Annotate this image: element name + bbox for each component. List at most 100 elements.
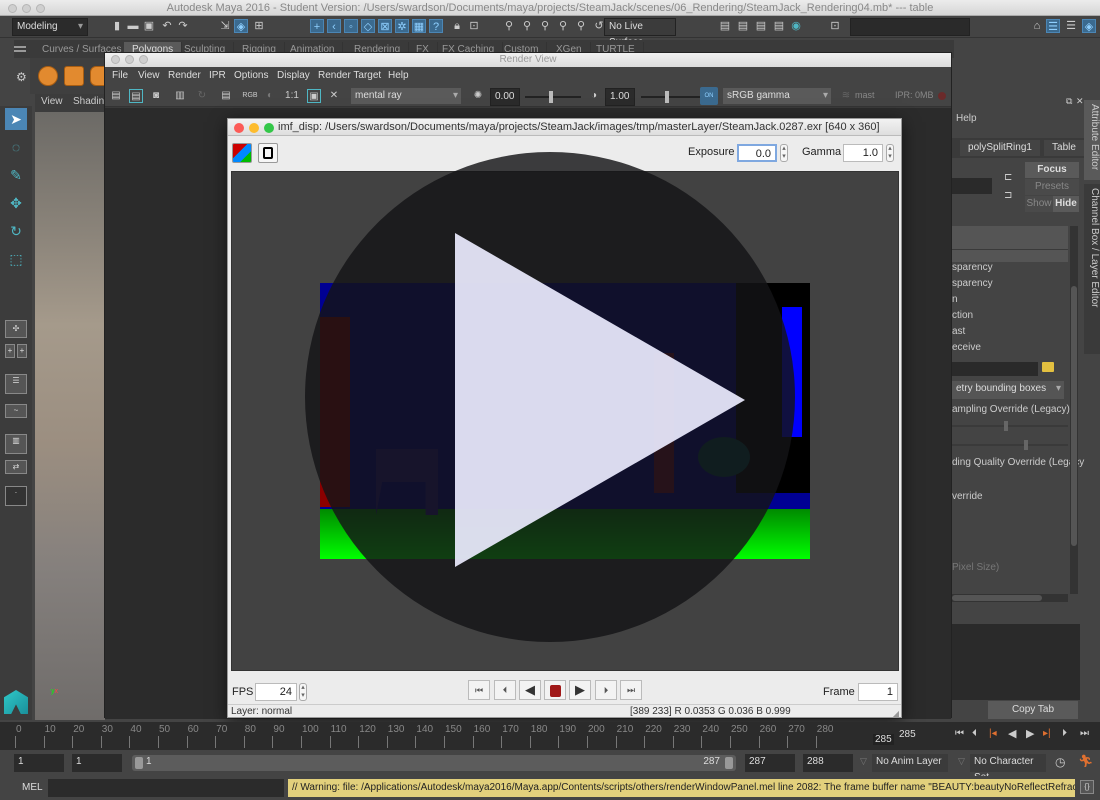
- attribute-editor-toggle-icon[interactable]: ☰: [1046, 19, 1060, 33]
- ae-attr-row[interactable]: n: [952, 294, 958, 305]
- play-forward-button[interactable]: ▶: [569, 680, 591, 700]
- paint-select-tool-icon[interactable]: ✎: [5, 164, 27, 186]
- folder-icon[interactable]: [1042, 362, 1054, 372]
- animation-preferences-icon[interactable]: 🏃︎: [1078, 754, 1093, 768]
- color-channels-icon[interactable]: [232, 143, 252, 163]
- select-object-icon[interactable]: ◈: [234, 19, 248, 33]
- undo-icon[interactable]: ↶: [160, 19, 174, 33]
- play-backwards-icon[interactable]: ◀: [1008, 727, 1016, 740]
- ae-attr-row[interactable]: sparency: [952, 278, 993, 289]
- redo-previous-render-icon[interactable]: ▤: [109, 89, 123, 103]
- live-surface-field[interactable]: No Live Surface: [604, 18, 676, 48]
- select-tool-icon[interactable]: ➤: [5, 108, 27, 130]
- open-scene-icon[interactable]: ▬: [126, 19, 140, 33]
- tool-settings-icon[interactable]: ☰: [1064, 19, 1078, 33]
- mel-input[interactable]: [48, 779, 284, 797]
- go-to-start-icon[interactable]: ⏮: [955, 728, 964, 739]
- snap-projected-center-icon[interactable]: ⊠: [378, 19, 392, 33]
- resize-grip-icon[interactable]: ◢: [893, 707, 899, 720]
- new-scene-icon[interactable]: ▮: [110, 19, 124, 33]
- lock-icon[interactable]: 🔒︎: [450, 19, 464, 33]
- menu-ipr[interactable]: IPR: [209, 70, 226, 81]
- go-to-end-icon[interactable]: ⏭: [1080, 728, 1089, 739]
- poly-sphere-icon[interactable]: [38, 66, 58, 86]
- select-lock-icon[interactable]: ⊡: [467, 19, 481, 33]
- step-forward-frame-icon[interactable]: ⏵: [1062, 728, 1067, 739]
- render-settings-icon[interactable]: ▤: [219, 89, 233, 103]
- hide-button[interactable]: Hide: [1053, 196, 1079, 212]
- channel-box-toggle-icon[interactable]: ◈: [1082, 19, 1096, 33]
- time-slider[interactable]: 0 10 20 30 40 50 60 70 80 90 100 110 120 130 140 150 160…: [0, 722, 1100, 750]
- step-back-button[interactable]: ⏴: [494, 680, 516, 700]
- hypershade-icon[interactable]: ◉: [789, 19, 803, 33]
- snapshot-icon[interactable]: ◙: [149, 89, 163, 103]
- mirror-icon[interactable]: ⚲: [556, 19, 570, 33]
- refresh-ipr-icon[interactable]: ↻: [195, 89, 209, 103]
- ae-attr-row[interactable]: ast: [952, 326, 965, 337]
- ae-horizontal-scrollbar[interactable]: [952, 594, 1068, 602]
- exposure-field[interactable]: 0.00: [490, 88, 520, 106]
- snap-pivot-icon[interactable]: ▦: [412, 19, 426, 33]
- hypershade-layout-icon[interactable]: ▥: [5, 434, 27, 454]
- close-window-button[interactable]: [8, 4, 17, 13]
- view-transform-dropdown[interactable]: sRGB gamma ▾: [722, 87, 832, 105]
- color-management-toggle[interactable]: ON: [700, 87, 718, 105]
- modeling-toolkit-icon[interactable]: ⌂: [1030, 19, 1044, 33]
- menu-render-target[interactable]: Render Target: [318, 70, 381, 81]
- gamma-stepper[interactable]: ▴ ▾: [886, 144, 894, 162]
- gamma-slider[interactable]: [641, 91, 701, 103]
- poly-cube-icon[interactable]: [64, 66, 84, 86]
- play-forwards-icon[interactable]: ▶: [1026, 727, 1034, 740]
- rgb-channels-button[interactable]: RGB: [241, 89, 259, 103]
- move-tool-icon[interactable]: ✥: [5, 192, 27, 214]
- alpha-channel-icon[interactable]: [258, 143, 278, 163]
- show-button[interactable]: Show: [1025, 196, 1053, 212]
- custom-layout-icon[interactable]: ·: [5, 486, 27, 506]
- imf-close-button[interactable]: [234, 123, 244, 133]
- playback-end-field[interactable]: 287: [745, 754, 795, 772]
- ae-slider[interactable]: [952, 421, 1068, 431]
- render-region-icon[interactable]: ▤: [129, 89, 143, 103]
- current-frame-field[interactable]: 285: [895, 727, 947, 745]
- make-live-icon[interactable]: ✲: [395, 19, 409, 33]
- quick-selection-field[interactable]: [850, 18, 970, 36]
- image-canvas[interactable]: [231, 171, 899, 671]
- ae-attr-row[interactable]: ction: [952, 310, 973, 321]
- float-panel-icon[interactable]: ⧉: [1066, 96, 1072, 107]
- alpha-channel-icon[interactable]: ◐: [263, 89, 277, 103]
- shelf-settings-gear-icon[interactable]: ⚙: [16, 70, 27, 84]
- go-to-end-button[interactable]: ⏭: [620, 680, 642, 700]
- render-current-frame-icon[interactable]: ▤: [718, 19, 732, 33]
- close-panel-icon[interactable]: ✕: [1076, 96, 1084, 107]
- persp-outliner-layout-icon[interactable]: +: [17, 344, 27, 358]
- single-perspective-layout-icon[interactable]: ✣: [5, 320, 27, 338]
- viewport-scene[interactable]: [35, 112, 105, 720]
- remove-image-icon[interactable]: ✕: [327, 89, 341, 103]
- step-back-key-icon[interactable]: |◂: [989, 728, 997, 739]
- go-to-start-button[interactable]: ⏮: [468, 680, 490, 700]
- ae-notes-field[interactable]: [952, 624, 1080, 700]
- real-size-button[interactable]: 1:1: [283, 89, 301, 103]
- zoom-window-button[interactable]: [36, 4, 45, 13]
- focus-button[interactable]: Focus: [1025, 162, 1079, 178]
- step-forward-button[interactable]: ⏵: [595, 680, 617, 700]
- character-set-dropdown[interactable]: No Character Set: [970, 754, 1046, 783]
- graph-editor-layout-icon[interactable]: ~: [5, 404, 27, 418]
- ipr-icon[interactable]: ▥: [173, 89, 187, 103]
- reflection-icon[interactable]: ⚲: [538, 19, 552, 33]
- fps-input[interactable]: 24: [255, 683, 297, 701]
- ae-menu-help[interactable]: Help: [956, 113, 977, 124]
- ae-bbox-dropdown[interactable]: etry bounding boxes ▾: [952, 381, 1064, 399]
- chevron-down-icon[interactable]: ▽: [958, 756, 965, 767]
- end-time-field[interactable]: 288: [803, 754, 853, 772]
- start-time-field[interactable]: 1: [14, 754, 64, 772]
- side-tab-attribute-editor[interactable]: Attribute Editor: [1084, 100, 1100, 180]
- render-sequence-icon[interactable]: ▤: [736, 19, 750, 33]
- snap-curve-icon[interactable]: ‹: [327, 19, 341, 33]
- range-start-handle[interactable]: [135, 757, 143, 769]
- ae-attr-row[interactable]: eceive: [952, 342, 981, 353]
- ae-attr-row[interactable]: sparency: [952, 262, 993, 273]
- symmetry-icon[interactable]: ⚲: [502, 19, 516, 33]
- render-settings-icon[interactable]: ▤: [772, 19, 786, 33]
- snap-point-icon[interactable]: ◦: [344, 19, 358, 33]
